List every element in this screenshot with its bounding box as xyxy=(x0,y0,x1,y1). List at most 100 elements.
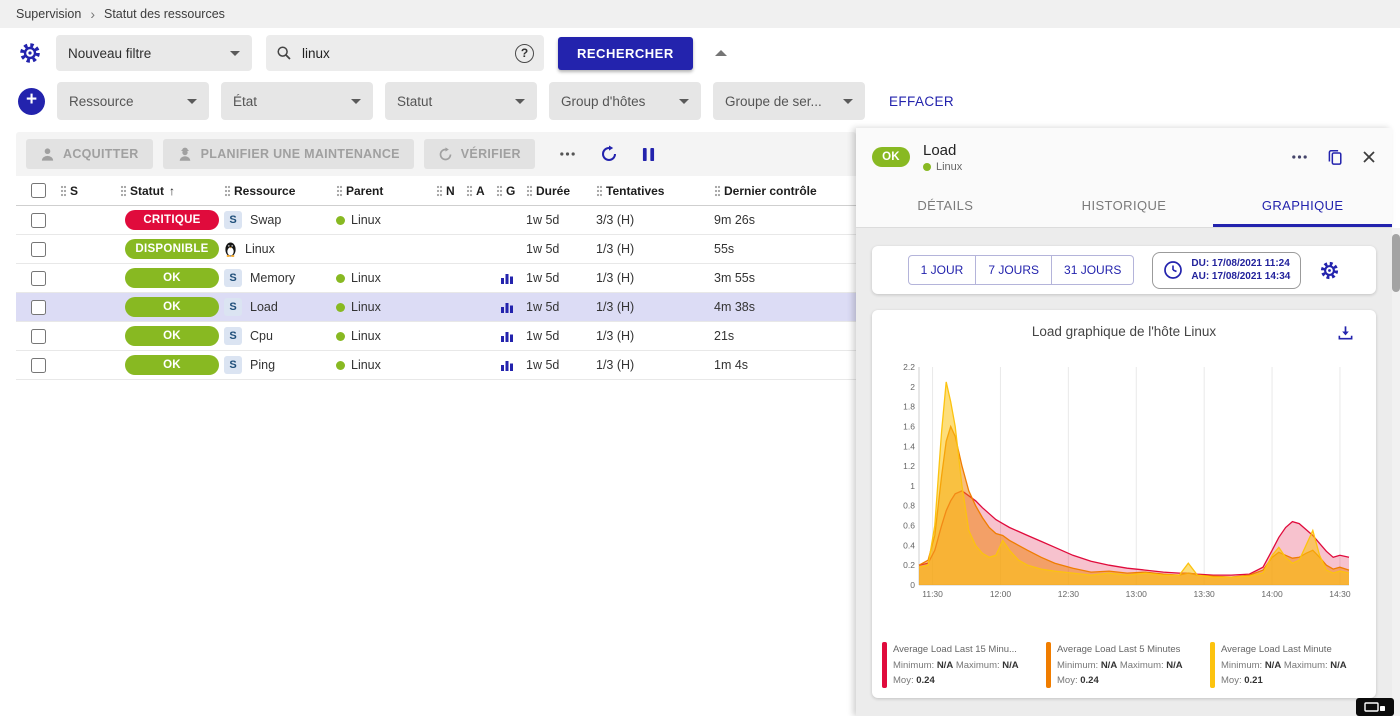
chevron-down-icon xyxy=(843,99,853,104)
criteria-bar: + Ressource État Statut Group d'hôtes Gr… xyxy=(0,80,954,122)
range-button-1-jour[interactable]: 1 JOUR xyxy=(908,255,977,285)
select-all-checkbox[interactable] xyxy=(31,183,46,198)
criteria-label: Group d'hôtes xyxy=(561,94,645,109)
resource-name[interactable]: Load xyxy=(250,300,278,314)
add-criteria-button[interactable]: + xyxy=(18,88,45,115)
pause-icon[interactable] xyxy=(642,147,655,162)
legend-item[interactable]: Average Load Last 15 Minu... Minimum: N/… xyxy=(882,642,1038,688)
sort-asc-icon: ↑ xyxy=(169,184,175,198)
column-header[interactable]: G xyxy=(496,176,526,205)
settings-gear-icon[interactable] xyxy=(18,41,42,65)
column-header[interactable]: S xyxy=(60,176,120,205)
table-row[interactable]: OK S Cpu Linux 1w 5d 1/3 (H) 21s xyxy=(16,322,856,351)
table-toolbar: ACQUITTER PLANIFIER UNE MAINTENANCE VÉRI… xyxy=(16,132,856,176)
chevron-down-icon xyxy=(515,99,525,104)
column-header[interactable]: Ressource xyxy=(224,176,336,205)
panel-more-actions-icon[interactable] xyxy=(1291,154,1308,160)
criteria-label: État xyxy=(233,94,257,109)
row-checkbox[interactable] xyxy=(31,329,46,344)
table-row[interactable]: CRITIQUE S Swap Linux 1w 5d 3/3 (H) 9m 2… xyxy=(16,206,856,235)
table-row[interactable]: OK S Load Linux 1w 5d 1/3 (H) 4m 38s xyxy=(16,293,856,322)
search-input[interactable] xyxy=(300,45,507,62)
clear-filters-button[interactable]: EFFACER xyxy=(889,94,954,109)
chevron-down-icon xyxy=(230,51,240,56)
panel-subtitle: Linux xyxy=(936,161,962,173)
table-row[interactable]: DISPONIBLE S Linux 1w 5d 1/3 (H) 55s xyxy=(16,235,856,264)
tab-d-tails[interactable]: DÉTAILS xyxy=(856,186,1035,227)
service-icon: S xyxy=(224,356,242,374)
tries-cell: 3/3 (H) xyxy=(596,206,714,234)
column-header[interactable]: Durée xyxy=(526,176,596,205)
panel-scrollbar[interactable] xyxy=(1392,228,1400,716)
resource-name[interactable]: Linux xyxy=(245,242,275,256)
search-button[interactable]: RECHERCHER xyxy=(558,37,693,70)
criteria-select-statut[interactable]: Statut xyxy=(385,82,537,120)
range-button-31-jours[interactable]: 31 JOURS xyxy=(1052,255,1134,285)
maintenance-button[interactable]: PLANIFIER UNE MAINTENANCE xyxy=(163,139,414,169)
download-icon[interactable] xyxy=(1337,324,1354,341)
check-button[interactable]: VÉRIFIER xyxy=(424,139,535,169)
breadcrumb-item-supervision[interactable]: Supervision xyxy=(16,7,81,21)
range-button-group: 1 JOUR 7 JOURS 31 JOURS xyxy=(908,255,1135,285)
refresh-icon[interactable] xyxy=(600,145,618,163)
status-badge: OK xyxy=(125,268,219,288)
column-label: S xyxy=(70,184,78,198)
parent-status-dot xyxy=(336,274,345,283)
column-header[interactable]: Dernier contrôle xyxy=(714,176,856,205)
row-checkbox[interactable] xyxy=(31,271,46,286)
time-range-card: 1 JOUR 7 JOURS 31 JOURS DU: 17/08/2021 1… xyxy=(872,246,1376,294)
row-checkbox[interactable] xyxy=(31,300,46,315)
collapse-chevron-icon[interactable] xyxy=(715,50,727,56)
graph-icon[interactable] xyxy=(500,358,514,372)
screen-overlay-indicator xyxy=(1356,698,1394,716)
help-icon[interactable]: ? xyxy=(515,44,534,63)
parent-name: Linux xyxy=(351,271,381,285)
chart-legend: Average Load Last 15 Minu... Minimum: N/… xyxy=(872,640,1376,698)
criteria-select--tat[interactable]: État xyxy=(221,82,373,120)
resource-name[interactable]: Ping xyxy=(250,358,275,372)
tab-historique[interactable]: HISTORIQUE xyxy=(1035,186,1214,227)
table-row[interactable]: OK S Memory Linux 1w 5d 1/3 (H) 3m 55s xyxy=(16,264,856,293)
column-header[interactable]: Tentatives xyxy=(596,176,714,205)
criteria-select-group-d-h-tes[interactable]: Group d'hôtes xyxy=(549,82,701,120)
column-header[interactable]: Parent xyxy=(336,176,436,205)
saved-filter-select[interactable]: Nouveau filtre xyxy=(56,35,252,71)
column-header[interactable]: A xyxy=(466,176,496,205)
range-button-7-jours[interactable]: 7 JOURS xyxy=(976,255,1052,285)
custom-period-button[interactable]: DU: 17/08/2021 11:24 AU: 17/08/2021 14:3… xyxy=(1152,252,1301,289)
tab-graphique[interactable]: GRAPHIQUE xyxy=(1213,186,1392,227)
table-row[interactable]: OK S Ping Linux 1w 5d 1/3 (H) 1m 4s xyxy=(16,351,856,380)
parent-status-dot xyxy=(336,361,345,370)
column-header[interactable]: Statut ↑ xyxy=(120,176,224,205)
scrollbar-thumb[interactable] xyxy=(1392,234,1400,292)
acknowledge-button[interactable]: ACQUITTER xyxy=(26,139,153,169)
search-box[interactable]: ? xyxy=(266,35,544,71)
resource-name[interactable]: Cpu xyxy=(250,329,273,343)
breadcrumb-item-statut-ressources[interactable]: Statut des ressources xyxy=(104,7,225,21)
copy-link-icon[interactable] xyxy=(1327,148,1343,166)
legend-item[interactable]: Average Load Last 5 Minutes Minimum: N/A… xyxy=(1046,642,1202,688)
column-label: G xyxy=(506,184,515,198)
drag-handle-icon xyxy=(714,184,721,198)
row-checkbox[interactable] xyxy=(31,358,46,373)
svg-text:0.4: 0.4 xyxy=(903,540,915,550)
graph-icon[interactable] xyxy=(500,271,514,285)
resource-name[interactable]: Memory xyxy=(250,271,295,285)
last-check-cell: 1m 4s xyxy=(714,351,856,379)
row-checkbox[interactable] xyxy=(31,213,46,228)
column-header[interactable]: N xyxy=(436,176,466,205)
legend-item[interactable]: Average Load Last Minute Minimum: N/A Ma… xyxy=(1210,642,1366,688)
close-icon[interactable] xyxy=(1362,150,1376,164)
more-actions-icon[interactable] xyxy=(559,151,576,157)
graph-settings-gear-icon[interactable] xyxy=(1319,260,1340,281)
tries-cell: 1/3 (H) xyxy=(596,235,714,263)
resource-name[interactable]: Swap xyxy=(250,213,281,227)
legend-series-name: Average Load Last 5 Minutes xyxy=(1057,642,1183,657)
graph-icon[interactable] xyxy=(500,300,514,314)
criteria-select-groupe-de-ser-[interactable]: Groupe de ser... xyxy=(713,82,865,120)
graph-icon[interactable] xyxy=(500,329,514,343)
parent-name: Linux xyxy=(351,300,381,314)
row-checkbox[interactable] xyxy=(31,242,46,257)
maintenance-person-icon xyxy=(177,147,193,162)
criteria-select-ressource[interactable]: Ressource xyxy=(57,82,209,120)
